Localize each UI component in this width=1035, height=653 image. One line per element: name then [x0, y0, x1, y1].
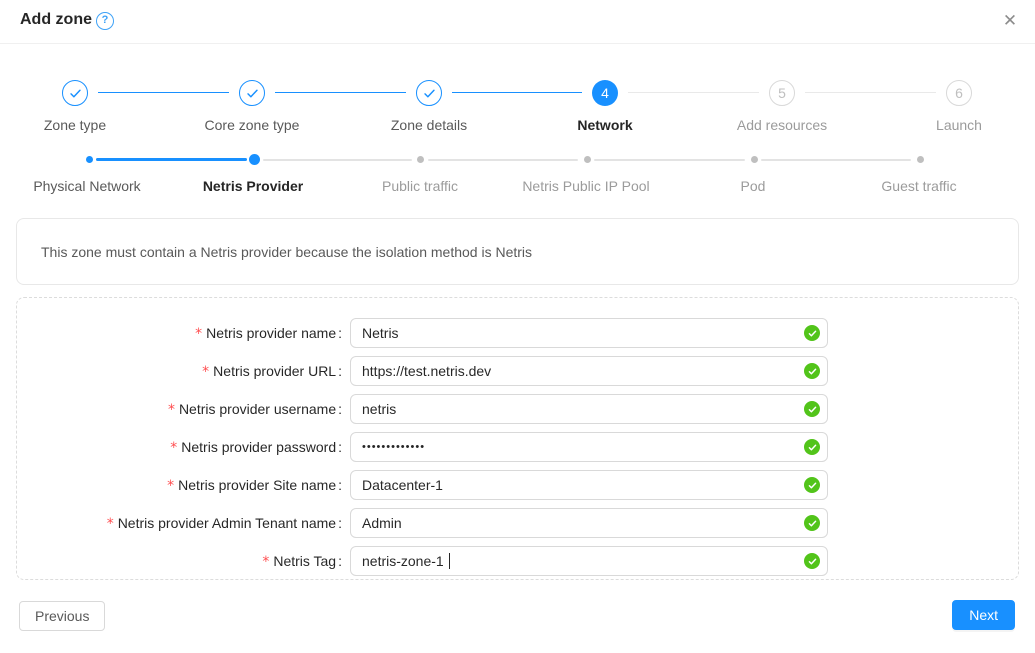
add-zone-dialog: Add zone ? ✕ Zone type Core zone type Zo…: [0, 0, 1035, 653]
isolation-method-notice: This zone must contain a Netris provider…: [16, 218, 1019, 285]
substep-dot-netris-provider: [249, 154, 260, 165]
previous-button[interactable]: Previous: [19, 601, 105, 631]
step-launch: 6 Launch: [871, 80, 1035, 133]
substep-label-netris-public-ip-pool: Netris Public IP Pool: [496, 178, 676, 194]
step-core-zone-type: Core zone type: [164, 80, 340, 133]
required-mark: *: [107, 516, 114, 532]
field-wrapper: [350, 508, 828, 538]
step-zone-type: Zone type: [0, 80, 163, 133]
valid-check-icon: [804, 553, 820, 569]
form-row: *Netris provider Site name: [17, 466, 1018, 504]
field-label: *Netris provider name: [17, 325, 350, 342]
field-wrapper: [350, 394, 828, 424]
text-cursor: [449, 553, 450, 569]
substep-label-physical-network: Physical Network: [0, 178, 177, 194]
step-network: 4 Network: [517, 80, 693, 133]
netris-provider-url-input[interactable]: [350, 356, 828, 386]
field-label: *Netris provider Admin Tenant name: [17, 515, 350, 532]
field-label: *Netris Tag: [17, 553, 350, 570]
substep-connector: [428, 159, 578, 161]
valid-check-icon: [804, 325, 820, 341]
step-label: Zone type: [0, 117, 163, 133]
check-icon: [62, 80, 88, 106]
form-row: *Netris provider username: [17, 390, 1018, 428]
substep-label-guest-traffic: Guest traffic: [829, 178, 1009, 194]
step-number-badge: 4: [592, 80, 618, 106]
substep-dot-pod: [751, 156, 758, 163]
substep-connector: [263, 159, 412, 161]
next-button[interactable]: Next: [952, 600, 1015, 630]
check-icon: [416, 80, 442, 106]
form-row: *Netris provider name: [17, 314, 1018, 352]
step-label: Zone details: [341, 117, 517, 133]
netris-provider-name-input[interactable]: [350, 318, 828, 348]
substep-connector: [761, 159, 911, 161]
substep-dot-guest-traffic: [917, 156, 924, 163]
substep-label-netris-provider: Netris Provider: [163, 178, 343, 194]
netris-provider-username-input[interactable]: [350, 394, 828, 424]
valid-check-icon: [804, 439, 820, 455]
required-mark: *: [170, 440, 177, 456]
step-number-badge: 5: [769, 80, 795, 106]
field-wrapper: [350, 432, 828, 462]
field-wrapper: [350, 470, 828, 500]
valid-check-icon: [804, 401, 820, 417]
substep-label-public-traffic: Public traffic: [330, 178, 510, 194]
netris-tag-input[interactable]: [350, 546, 828, 576]
substep-dot-physical-network: [86, 156, 93, 163]
substep-dot-netris-public-ip-pool: [584, 156, 591, 163]
netris-provider-password-input[interactable]: [350, 432, 828, 462]
field-wrapper: [350, 318, 828, 348]
substep-connector: [594, 159, 745, 161]
substep-label-pod: Pod: [663, 178, 843, 194]
form-row: *Netris provider URL: [17, 352, 1018, 390]
dialog-header: Add zone ? ✕: [0, 0, 1035, 44]
valid-check-icon: [804, 363, 820, 379]
netris-provider-admin-tenant-name-input[interactable]: [350, 508, 828, 538]
form-row: *Netris provider Admin Tenant name: [17, 504, 1018, 542]
required-mark: *: [168, 402, 175, 418]
step-label: Network: [517, 117, 693, 133]
step-number-badge: 6: [946, 80, 972, 106]
notice-text: This zone must contain a Netris provider…: [17, 244, 532, 260]
form-row: *Netris Tag: [17, 542, 1018, 580]
substep-dot-public-traffic: [417, 156, 424, 163]
step-label: Launch: [871, 117, 1035, 133]
dialog-title: Add zone: [20, 11, 92, 29]
substep-connector: [96, 158, 247, 161]
valid-check-icon: [804, 477, 820, 493]
valid-check-icon: [804, 515, 820, 531]
required-mark: *: [195, 326, 202, 342]
required-mark: *: [262, 554, 269, 570]
step-zone-details: Zone details: [341, 80, 517, 133]
netris-provider-form: *Netris provider name *Netris provider U…: [16, 297, 1019, 580]
field-label: *Netris provider username: [17, 401, 350, 418]
step-label: Core zone type: [164, 117, 340, 133]
field-label: *Netris provider URL: [17, 363, 350, 380]
field-wrapper: [350, 356, 828, 386]
field-label: *Netris provider Site name: [17, 477, 350, 494]
netris-provider-site-name-input[interactable]: [350, 470, 828, 500]
help-icon[interactable]: ?: [96, 12, 114, 30]
form-row: *Netris provider password: [17, 428, 1018, 466]
field-wrapper: [350, 546, 828, 576]
step-label: Add resources: [694, 117, 870, 133]
close-icon[interactable]: ✕: [999, 10, 1021, 32]
field-label: *Netris provider password: [17, 439, 350, 456]
required-mark: *: [202, 364, 209, 380]
required-mark: *: [167, 478, 174, 494]
check-icon: [239, 80, 265, 106]
step-add-resources: 5 Add resources: [694, 80, 870, 133]
